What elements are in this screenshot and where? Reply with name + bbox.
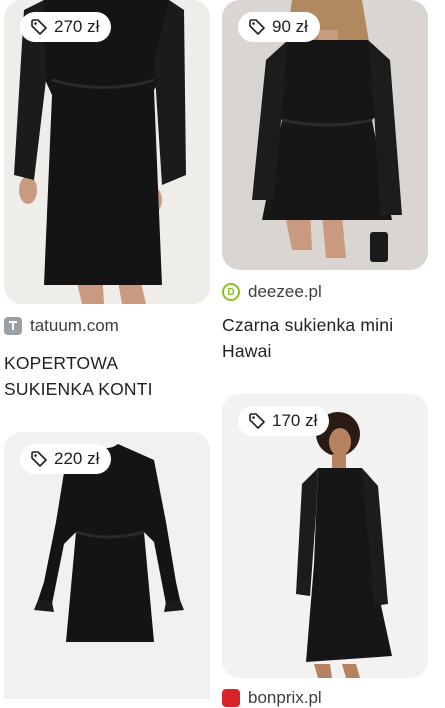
price-badge: 90 zł xyxy=(238,12,320,42)
product-image[interactable]: 90 zł xyxy=(222,0,428,270)
source-row[interactable]: tatuum.com xyxy=(4,316,210,336)
product-card[interactable]: 270 zł tatuum.com KOPERTOWA SUKIENKA KON… xyxy=(4,0,210,402)
price-badge: 170 zł xyxy=(238,406,330,436)
product-title[interactable]: KOPERTOWA SUKIENKA KONTI xyxy=(4,350,210,402)
source-row[interactable]: bonprix.pl xyxy=(222,688,428,708)
product-card[interactable]: 90 zł D deezee.pl Czarna sukienka mini H… xyxy=(222,0,428,364)
source-name: deezee.pl xyxy=(248,282,322,301)
source-row[interactable]: D deezee.pl xyxy=(222,282,428,302)
results-column-left: 270 zł tatuum.com KOPERTOWA SUKIENKA KON… xyxy=(4,0,210,699)
results-column-right: 90 zł D deezee.pl Czarna sukienka mini H… xyxy=(222,0,428,707)
price-tag-icon xyxy=(31,451,47,467)
price-badge: 220 zł xyxy=(20,444,112,474)
product-card[interactable]: 170 zł bonprix.pl xyxy=(222,394,428,708)
price-label: 220 zł xyxy=(54,449,100,468)
price-label: 270 zł xyxy=(54,17,100,36)
product-title[interactable]: Czarna sukienka mini Hawai xyxy=(222,312,428,364)
price-tag-icon xyxy=(249,413,265,429)
bonprix-favicon-icon xyxy=(222,689,240,707)
dress-photo xyxy=(4,0,210,304)
product-card[interactable]: 220 zł xyxy=(4,432,210,699)
price-tag-icon xyxy=(249,19,265,35)
source-name: bonprix.pl xyxy=(248,688,322,707)
price-badge: 270 zł xyxy=(20,12,112,42)
tatuum-favicon-icon xyxy=(4,317,22,335)
price-tag-icon xyxy=(31,19,47,35)
source-name: tatuum.com xyxy=(30,316,119,335)
product-image[interactable]: 220 zł xyxy=(4,432,210,699)
product-image[interactable]: 270 zł xyxy=(4,0,210,304)
product-image[interactable]: 170 zł xyxy=(222,394,428,678)
price-label: 170 zł xyxy=(272,411,318,430)
dress-photo xyxy=(222,394,428,678)
deezee-favicon-icon: D xyxy=(222,283,240,301)
price-label: 90 zł xyxy=(272,17,308,36)
